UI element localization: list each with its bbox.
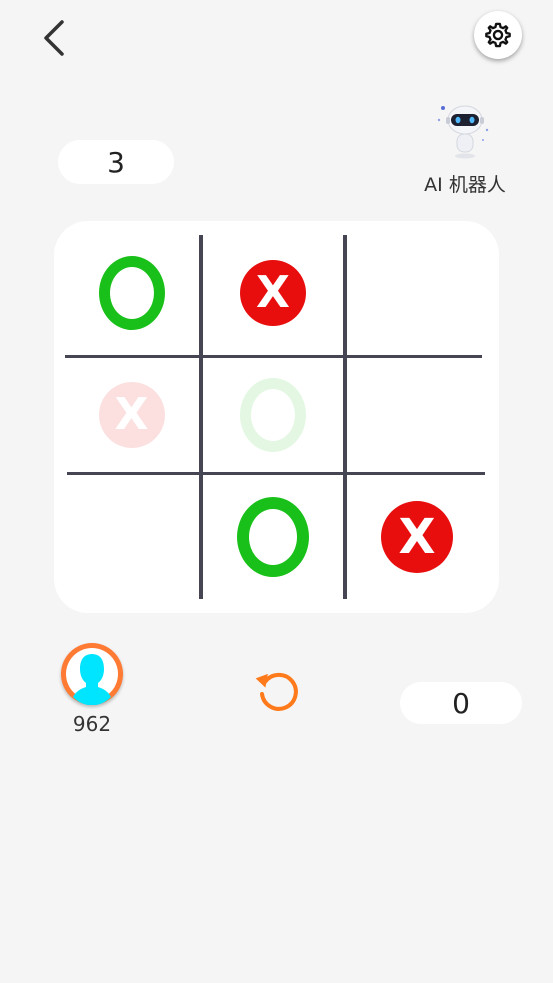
ai-score-value: 3	[107, 145, 125, 179]
player-score-badge: 0	[400, 682, 522, 724]
user-silhouette-icon	[66, 648, 118, 706]
board-cell-r3c3[interactable]: X	[347, 475, 487, 599]
board-cell-r3c2[interactable]	[203, 475, 343, 599]
player-avatar[interactable]	[61, 643, 123, 706]
restart-button[interactable]	[250, 664, 302, 716]
board-cell-r2c2[interactable]	[203, 358, 343, 472]
ai-score-badge: 3	[58, 140, 174, 184]
ai-player-label: AI 机器人	[424, 174, 506, 196]
robot-icon	[433, 100, 497, 164]
x-piece: X	[381, 501, 453, 573]
board-cell-r3c1[interactable]	[64, 475, 199, 599]
x-piece-faded: X	[98, 382, 165, 448]
x-piece: X	[240, 260, 306, 326]
board-cell-r2c3[interactable]	[347, 358, 487, 472]
game-board: X X X	[54, 221, 499, 613]
chevron-left-icon	[44, 20, 64, 56]
player-score-value: 0	[452, 686, 470, 720]
player-name: 962	[72, 712, 112, 736]
board-cell-r2c1[interactable]: X	[64, 358, 199, 472]
o-piece	[98, 256, 165, 330]
board-cell-r1c1[interactable]	[64, 231, 199, 355]
back-button[interactable]	[36, 16, 76, 60]
o-piece-faded	[240, 378, 306, 452]
o-piece	[237, 497, 309, 577]
board-cell-r1c2[interactable]: X	[203, 231, 343, 355]
gear-icon	[485, 22, 511, 48]
board-cell-r1c3[interactable]	[347, 231, 487, 355]
settings-button[interactable]	[474, 11, 522, 59]
restart-icon	[255, 672, 298, 711]
